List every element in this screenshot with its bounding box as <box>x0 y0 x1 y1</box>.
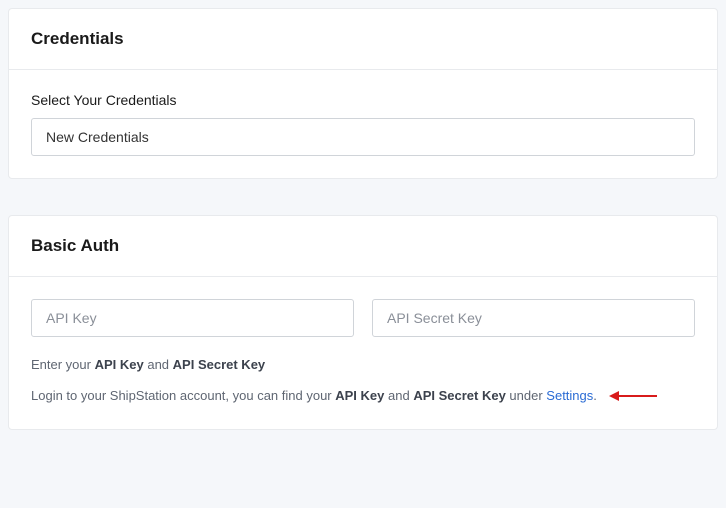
basic-auth-card: Basic Auth Enter your API Key and API Se… <box>8 215 718 430</box>
api-key-input[interactable] <box>31 299 354 337</box>
basic-auth-title: Basic Auth <box>31 236 695 256</box>
api-inputs-row <box>31 299 695 337</box>
credentials-select[interactable]: New Credentials <box>31 118 695 156</box>
api-secret-key-input[interactable] <box>372 299 695 337</box>
basic-auth-header: Basic Auth <box>9 216 717 277</box>
api-secret-strong: API Secret Key <box>173 357 266 372</box>
helper-text-2: Login to your ShipStation account, you c… <box>31 386 695 407</box>
basic-auth-body: Enter your API Key and API Secret Key Lo… <box>9 277 717 429</box>
settings-link[interactable]: Settings <box>546 388 593 403</box>
arrow-annotation-icon <box>609 391 657 401</box>
credentials-selected-value: New Credentials <box>46 129 149 145</box>
helper-text-1: Enter your API Key and API Secret Key <box>31 355 695 376</box>
credentials-header: Credentials <box>9 9 717 70</box>
select-credentials-label: Select Your Credentials <box>31 92 695 108</box>
credentials-card: Credentials Select Your Credentials New … <box>8 8 718 179</box>
credentials-body: Select Your Credentials New Credentials <box>9 70 717 178</box>
api-key-strong-2: API Key <box>335 388 384 403</box>
credentials-title: Credentials <box>31 29 695 49</box>
api-secret-strong-2: API Secret Key <box>413 388 506 403</box>
api-key-strong: API Key <box>95 357 144 372</box>
